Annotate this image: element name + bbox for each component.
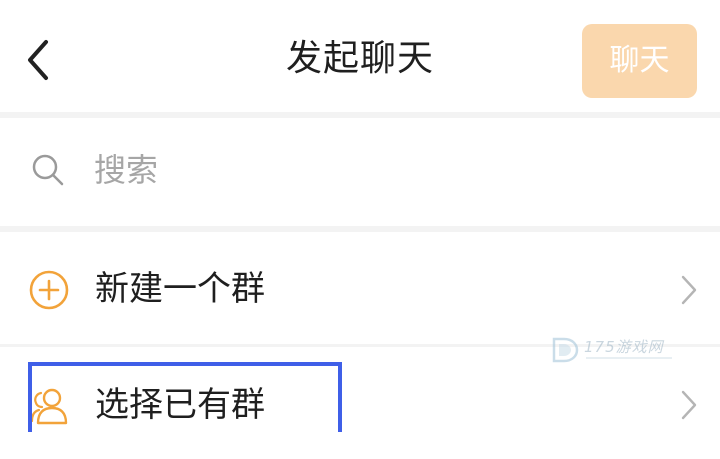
search-icon [32,154,64,186]
watermark-text: 175游戏网 [584,338,664,356]
watermark-logo-icon [552,337,579,363]
highlight-box [28,362,342,432]
top-bar: 发起聊天 聊天 [0,0,720,112]
start-chat-screen: 发起聊天 聊天 搜索 新建一个群 选择已有群 175游戏网 [0,0,720,432]
chevron-right-icon [681,390,697,420]
watermark-underline [586,357,672,359]
create-new-group-row[interactable]: 新建一个群 [0,232,720,344]
chevron-right-icon [681,275,697,305]
search-placeholder: 搜索 [94,151,159,189]
search-bar[interactable]: 搜索 [0,118,720,226]
watermark: 175游戏网 [550,333,680,371]
create-new-group-label: 新建一个群 [95,269,265,309]
plus-circle-icon [29,270,69,310]
chat-button[interactable]: 聊天 [582,24,697,98]
